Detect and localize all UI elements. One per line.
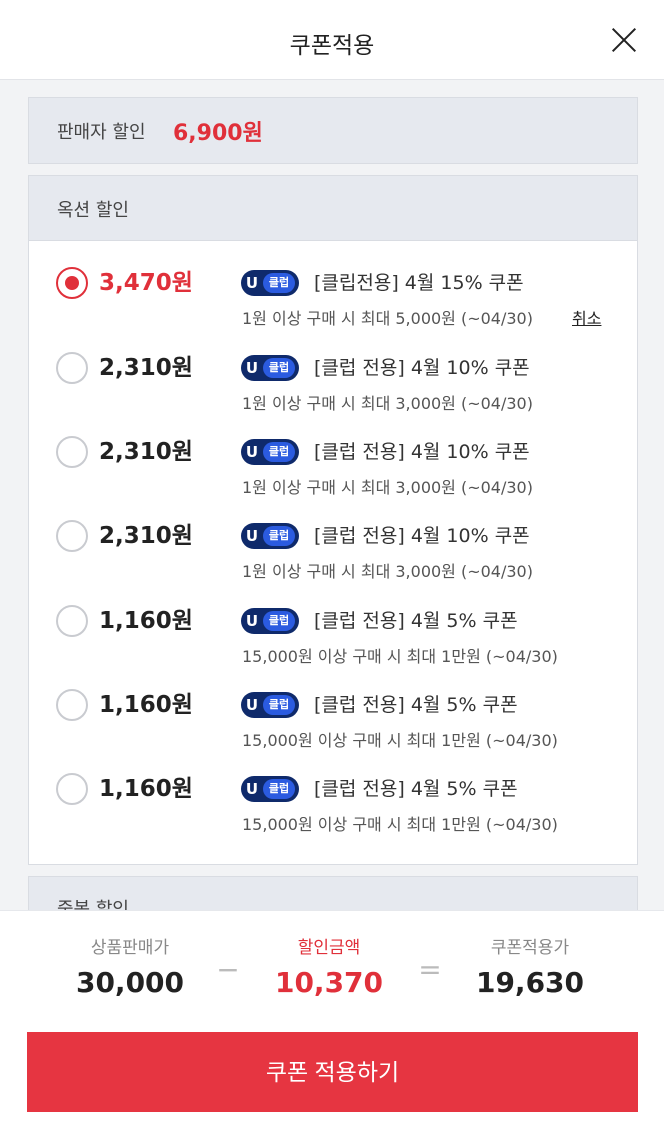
price-value: 30,000 (75, 966, 185, 999)
coupon-name: [클럽 전용] 4월 5% 쿠폰 (314, 694, 518, 716)
final-value: 19,630 (475, 966, 585, 999)
option-discount-title: 옥션 할인 (57, 200, 129, 221)
coupon-item[interactable]: 2,310원 U 클럽 [클럽 전용] 4월 10% 쿠폰 1원 이상 구매 시 … (29, 520, 637, 604)
uclub-badge-u: U (245, 612, 259, 630)
coupon-apply-screen: 쿠폰적용 판매자 할인 6,900원 옥션 할인 3,470원 U 클럽 [클립전… (0, 0, 664, 1136)
uclub-badge: U 클럽 (241, 608, 299, 634)
cancel-link[interactable]: 취소 (572, 305, 601, 329)
coupon-condition: 1원 이상 구매 시 최대 3,000원 (~04/30) (242, 478, 533, 497)
discount-value: 10,370 (274, 966, 384, 999)
radio-unselected[interactable] (56, 773, 88, 805)
coupon-name: [클럽 전용] 4월 10% 쿠폰 (314, 441, 530, 463)
price-summary: 상품판매가 30,000 (40, 933, 220, 999)
coupon-name: [클럽 전용] 4월 10% 쿠폰 (314, 525, 530, 547)
option-discount-header: 옥션 할인 (29, 176, 637, 241)
page-title: 쿠폰적용 (289, 33, 375, 59)
coupon-item[interactable]: 2,310원 U 클럽 [클럽 전용] 4월 10% 쿠폰 1원 이상 구매 시 … (29, 352, 637, 436)
uclub-badge-club: 클럽 (263, 526, 295, 546)
uclub-badge: U 클럽 (241, 439, 299, 465)
uclub-badge-u: U (245, 696, 259, 714)
coupon-amount: 3,470원 (99, 270, 193, 296)
close-icon[interactable] (610, 26, 638, 54)
uclub-badge-club: 클럽 (263, 442, 295, 462)
uclub-badge-club: 클럽 (263, 358, 295, 378)
coupon-condition: 15,000원 이상 구매 시 최대 1만원 (~04/30) (242, 815, 558, 834)
coupon-item[interactable]: 1,160원 U 클럽 [클럽 전용] 4월 5% 쿠폰 15,000원 이상 구… (29, 773, 637, 857)
coupon-condition: 1원 이상 구매 시 최대 3,000원 (~04/30) (242, 562, 533, 581)
uclub-badge-u: U (245, 780, 259, 798)
uclub-badge-club: 클럽 (263, 695, 295, 715)
uclub-badge-u: U (245, 443, 259, 461)
final-label: 쿠폰적용가 (490, 938, 570, 958)
uclub-badge: U 클럽 (241, 355, 299, 381)
coupon-condition: 1원 이상 구매 시 최대 5,000원 (~04/30) (242, 309, 533, 328)
radio-unselected[interactable] (56, 605, 88, 637)
coupon-item[interactable]: 2,310원 U 클럽 [클럽 전용] 4월 10% 쿠폰 1원 이상 구매 시 … (29, 436, 637, 520)
coupon-name: [클럽 전용] 4월 10% 쿠폰 (314, 357, 530, 379)
bottom-summary-bar: 상품판매가 30,000 − 할인금액 10,370 = 쿠폰적용가 19,63… (0, 910, 664, 1136)
uclub-badge: U 클럽 (241, 523, 299, 549)
uclub-badge-club: 클럽 (263, 273, 295, 293)
radio-selected[interactable] (56, 267, 88, 299)
coupon-name: [클럽 전용] 4월 5% 쿠폰 (314, 778, 518, 800)
coupon-item[interactable]: 3,470원 U 클럽 [클립전용] 4월 15% 쿠폰 1원 이상 구매 시 최… (29, 267, 637, 351)
uclub-badge: U 클럽 (241, 270, 299, 296)
uclub-badge-u: U (245, 274, 259, 292)
uclub-badge: U 클럽 (241, 776, 299, 802)
coupon-condition: 1원 이상 구매 시 최대 3,000원 (~04/30) (242, 394, 533, 413)
coupon-amount: 2,310원 (99, 523, 193, 549)
coupon-name: [클럽 전용] 4월 5% 쿠폰 (314, 610, 518, 632)
header: 쿠폰적용 (0, 0, 664, 80)
apply-coupon-button[interactable]: 쿠폰 적용하기 (27, 1032, 638, 1112)
coupon-amount: 1,160원 (99, 776, 193, 802)
uclub-badge-u: U (245, 359, 259, 377)
discount-label: 할인금액 (297, 938, 361, 958)
coupon-amount: 1,160원 (99, 692, 193, 718)
discount-summary: 할인금액 10,370 (239, 933, 419, 999)
uclub-badge: U 클럽 (241, 692, 299, 718)
price-label: 상품판매가 (90, 938, 170, 958)
uclub-badge-club: 클럽 (263, 779, 295, 799)
seller-discount: 판매자 할인 6,900원 (28, 97, 638, 164)
coupon-amount: 1,160원 (99, 608, 193, 634)
coupon-condition: 15,000원 이상 구매 시 최대 1만원 (~04/30) (242, 731, 558, 750)
option-discount-box: 옥션 할인 3,470원 U 클럽 [클립전용] 4월 15% 쿠폰 1원 이상 … (28, 175, 638, 865)
coupon-condition: 15,000원 이상 구매 시 최대 1만원 (~04/30) (242, 647, 558, 666)
radio-unselected[interactable] (56, 520, 88, 552)
uclub-badge-u: U (245, 527, 259, 545)
radio-unselected[interactable] (56, 436, 88, 468)
seller-discount-amount: 6,900원 (173, 121, 263, 146)
radio-unselected[interactable] (56, 352, 88, 384)
coupon-amount: 2,310원 (99, 355, 193, 381)
coupon-amount: 2,310원 (99, 439, 193, 465)
uclub-badge-club: 클럽 (263, 611, 295, 631)
seller-discount-label: 판매자 할인 (57, 122, 146, 143)
coupon-item[interactable]: 1,160원 U 클럽 [클럽 전용] 4월 5% 쿠폰 15,000원 이상 구… (29, 689, 637, 773)
coupon-name: [클립전용] 4월 15% 쿠폰 (314, 272, 524, 294)
final-summary: 쿠폰적용가 19,630 (440, 933, 620, 999)
radio-unselected[interactable] (56, 689, 88, 721)
coupon-item[interactable]: 1,160원 U 클럽 [클럽 전용] 4월 5% 쿠폰 15,000원 이상 구… (29, 605, 637, 689)
